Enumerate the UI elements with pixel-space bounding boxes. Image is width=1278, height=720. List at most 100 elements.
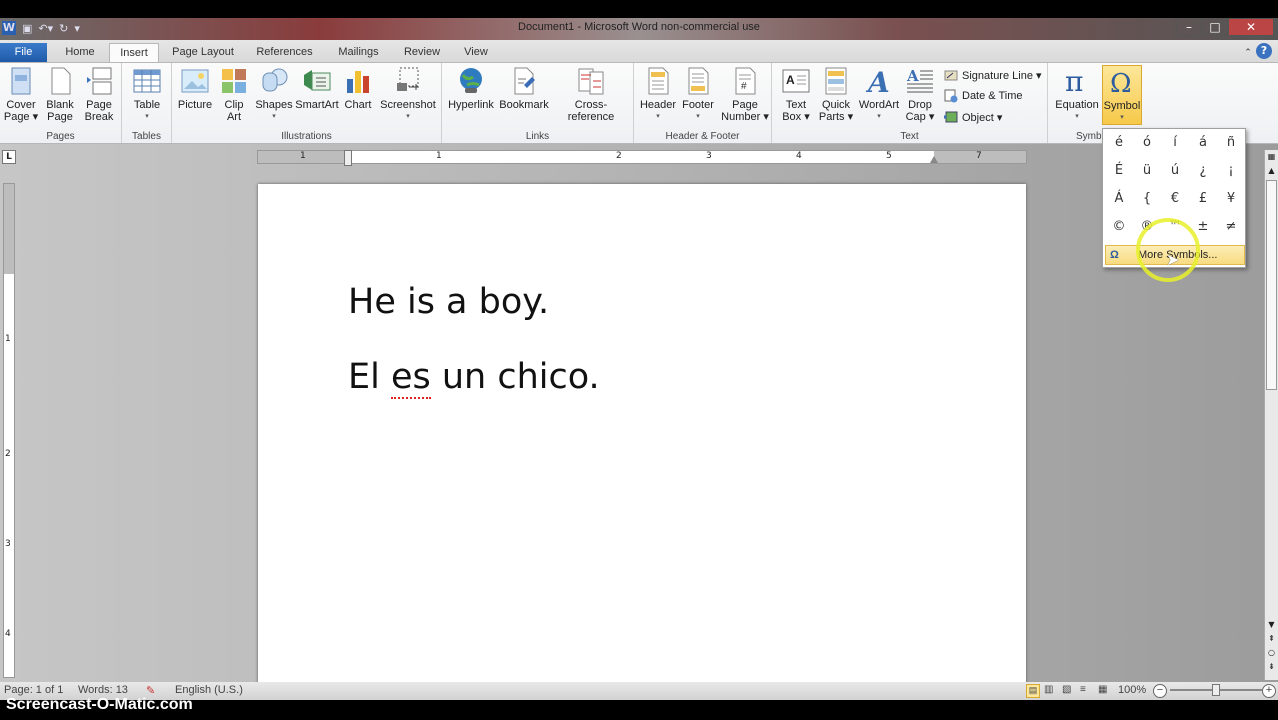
- symbol-item[interactable]: ¥: [1217, 185, 1245, 213]
- symbol-item[interactable]: £: [1189, 185, 1217, 213]
- tab-references[interactable]: References: [252, 43, 317, 62]
- right-indent-marker[interactable]: [930, 156, 938, 163]
- hyperlink-button[interactable]: Hyperlink: [446, 67, 496, 111]
- text-box-button[interactable]: A Text Box ▾: [776, 67, 816, 123]
- group-tables: Table ▾ Tables: [122, 63, 172, 143]
- svg-text:A: A: [786, 73, 795, 87]
- scroll-down-icon[interactable]: ▼: [1265, 620, 1278, 629]
- tab-view[interactable]: View: [457, 43, 495, 62]
- vertical-scrollbar[interactable]: ▦ ▲ ▼ ⇞ ○ ⇟: [1264, 150, 1278, 680]
- cross-reference-button[interactable]: Cross-reference: [552, 67, 630, 123]
- shapes-button[interactable]: Shapes ▾: [254, 67, 294, 123]
- language-indicator[interactable]: English (U.S.): [175, 684, 243, 696]
- tab-selector-button[interactable]: L: [2, 150, 16, 164]
- word-count[interactable]: Words: 13: [78, 684, 128, 696]
- document-line-english[interactable]: He is a boy.: [348, 282, 549, 322]
- group-header-footer: Header ▾ Footer ▾ # Page Number ▾ Header & …: [634, 63, 772, 143]
- web-layout-icon[interactable]: ▧: [1062, 684, 1071, 695]
- zoom-out-icon[interactable]: −: [1153, 684, 1167, 698]
- symbol-item[interactable]: í: [1161, 129, 1189, 157]
- minimize-button[interactable]: –: [1176, 18, 1202, 36]
- scroll-up-icon[interactable]: ▲: [1265, 166, 1278, 175]
- date-time-button[interactable]: Date & Time: [944, 89, 1023, 103]
- symbol-item[interactable]: é: [1105, 129, 1133, 157]
- help-icon[interactable]: ?: [1256, 43, 1272, 59]
- tab-page-layout[interactable]: Page Layout: [168, 43, 238, 62]
- maximize-button[interactable]: □: [1202, 18, 1228, 36]
- text-box-icon: A: [782, 67, 810, 95]
- symbol-item[interactable]: Á: [1105, 185, 1133, 213]
- group-label-header-footer: Header & Footer: [665, 131, 740, 142]
- symbol-item[interactable]: ≠: [1217, 213, 1245, 241]
- header-button[interactable]: Header ▾: [638, 67, 678, 123]
- ruler-toggle-icon[interactable]: ▦: [1265, 152, 1278, 164]
- page-break-button[interactable]: Page Break: [80, 67, 118, 123]
- chart-button[interactable]: Chart: [340, 67, 376, 111]
- group-label-text: Text: [900, 131, 919, 142]
- full-screen-reading-icon[interactable]: ▥: [1044, 684, 1053, 695]
- symbol-item[interactable]: ¿: [1189, 157, 1217, 185]
- zoom-level[interactable]: 100%: [1118, 684, 1146, 696]
- bookmark-button[interactable]: Bookmark: [498, 67, 550, 111]
- picture-button[interactable]: Picture: [174, 67, 216, 111]
- horizontal-ruler[interactable]: 1 1 2 3 4 5 7: [257, 150, 1027, 166]
- collapse-ribbon-icon[interactable]: ⌃: [1240, 43, 1256, 62]
- symbol-item[interactable]: á: [1189, 129, 1217, 157]
- wordart-button[interactable]: A WordArt ▾: [856, 66, 902, 123]
- scrollbar-thumb[interactable]: [1266, 180, 1277, 390]
- page-number-button[interactable]: # Page Number ▾: [720, 67, 770, 123]
- outline-view-icon[interactable]: ≡: [1080, 684, 1086, 695]
- symbol-item[interactable]: ¡: [1217, 157, 1245, 185]
- previous-page-icon[interactable]: ⇞: [1265, 634, 1278, 643]
- symbol-item[interactable]: {: [1133, 185, 1161, 213]
- quick-parts-button[interactable]: Quick Parts ▾: [816, 67, 856, 123]
- misspelled-word[interactable]: es: [390, 357, 431, 399]
- tab-home[interactable]: Home: [60, 43, 100, 62]
- ribbon-insert: Cover Page ▾ Blank Page Page Break Pages Ta…: [0, 62, 1278, 144]
- tab-mailings[interactable]: Mailings: [331, 43, 386, 62]
- group-label-pages: Pages: [46, 131, 75, 142]
- group-text: A Text Box ▾ Quick Parts ▾ A WordArt ▾ A Dr…: [772, 63, 1048, 143]
- tab-insert[interactable]: Insert: [109, 43, 159, 62]
- page-count[interactable]: Page: 1 of 1: [4, 684, 63, 696]
- signature-line-button[interactable]: Signature Line ▾: [944, 68, 1042, 82]
- symbol-item[interactable]: ©: [1105, 213, 1133, 241]
- group-illustrations: Picture Clip Art Shapes ▾ SmartArt Chart S…: [172, 63, 442, 143]
- tab-file[interactable]: File: [0, 43, 47, 62]
- symbol-item[interactable]: ñ: [1217, 129, 1245, 157]
- object-button[interactable]: Object ▾: [944, 110, 1002, 124]
- quick-parts-icon: [822, 67, 850, 95]
- symbol-item[interactable]: ú: [1161, 157, 1189, 185]
- select-browse-object-icon[interactable]: ○: [1265, 648, 1278, 657]
- footer-button[interactable]: Footer ▾: [678, 67, 718, 123]
- document-line-spanish[interactable]: El es un chico.: [348, 357, 600, 399]
- screenshot-button[interactable]: Screenshot ▾: [378, 67, 438, 123]
- symbol-item[interactable]: ü: [1133, 157, 1161, 185]
- next-page-icon[interactable]: ⇟: [1265, 662, 1278, 671]
- zoom-slider-thumb[interactable]: [1212, 684, 1220, 696]
- table-icon: [133, 67, 161, 95]
- tab-review[interactable]: Review: [398, 43, 446, 62]
- drop-cap-button[interactable]: A Drop Cap ▾: [902, 67, 938, 123]
- symbol-item[interactable]: ó: [1133, 129, 1161, 157]
- clip-art-button[interactable]: Clip Art: [220, 67, 248, 123]
- page-break-icon: [85, 67, 113, 95]
- blank-page-button[interactable]: Blank Page: [42, 67, 78, 123]
- document-page[interactable]: He is a boy. El es un chico.: [258, 184, 1026, 684]
- symbol-button[interactable]: Ω Symbol ▾: [1102, 65, 1142, 125]
- equation-button[interactable]: π Equation ▾: [1054, 65, 1100, 123]
- zoom-in-icon[interactable]: +: [1262, 684, 1276, 698]
- zoom-slider[interactable]: [1170, 684, 1262, 696]
- cover-page-button[interactable]: Cover Page ▾: [2, 67, 40, 123]
- symbol-item[interactable]: É: [1105, 157, 1133, 185]
- vertical-ruler[interactable]: 1 2 3 4: [3, 183, 15, 678]
- print-layout-view-icon[interactable]: ▤: [1026, 684, 1040, 698]
- table-button[interactable]: Table ▾: [128, 67, 166, 123]
- draft-view-icon[interactable]: ▦: [1098, 684, 1107, 695]
- indent-marker[interactable]: [344, 150, 352, 166]
- omega-icon: Ω: [1108, 68, 1136, 99]
- symbol-item[interactable]: €: [1161, 185, 1189, 213]
- smartart-button[interactable]: SmartArt: [294, 67, 340, 111]
- close-button[interactable]: ✕: [1228, 18, 1274, 36]
- window-title: Document1 - Microsoft Word non-commercia…: [518, 21, 760, 33]
